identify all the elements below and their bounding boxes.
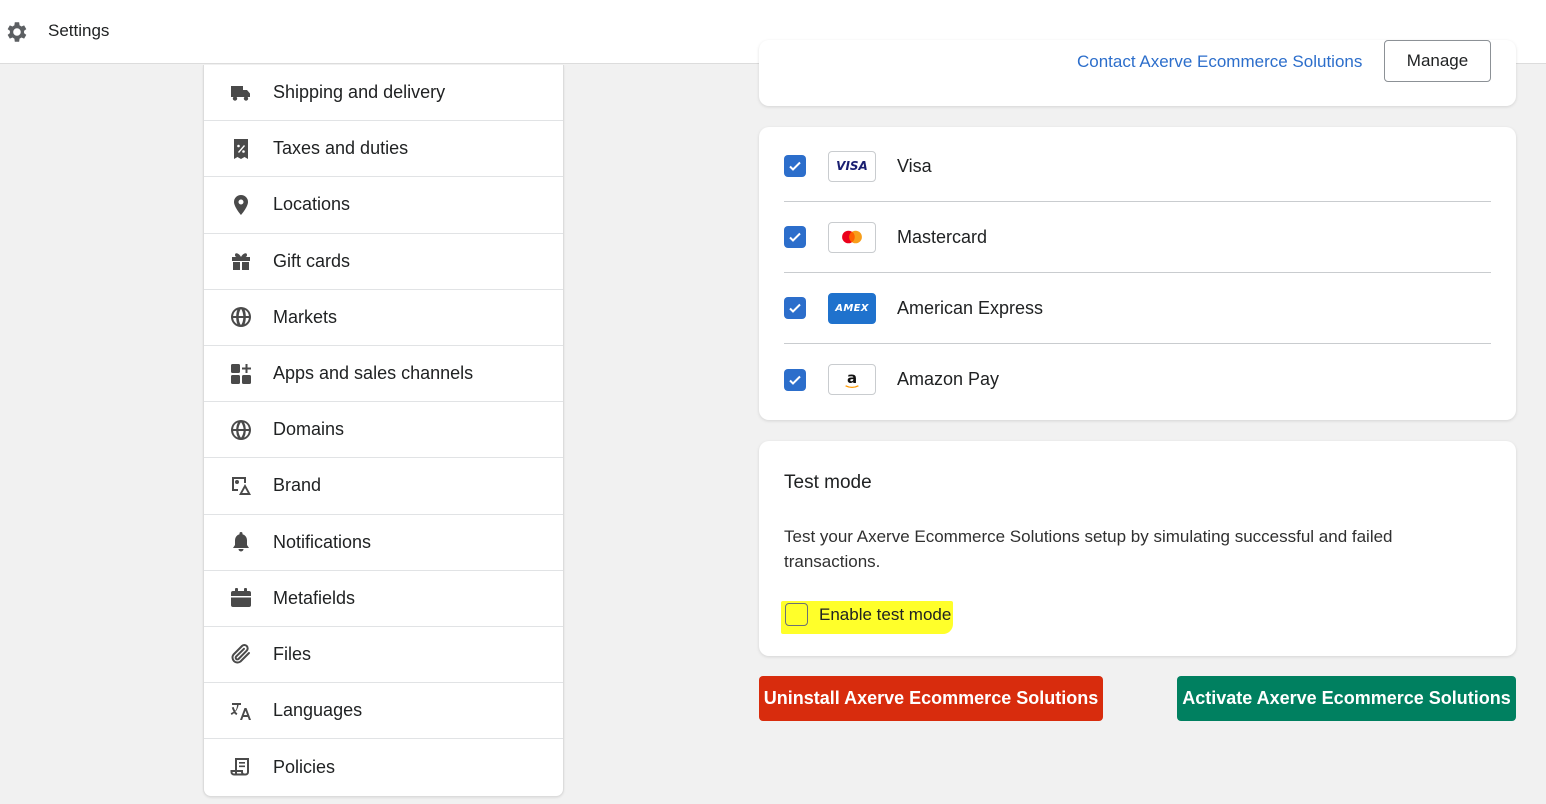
sidebar-item-label: Locations [273,194,351,215]
visa-logo: VISA [828,150,876,182]
test-mode-description: Test your Axerve Ecommerce Solutions set… [784,527,1393,571]
page-title: Settings [48,21,110,40]
amazon-smile-icon [845,384,859,388]
apps-icon [228,361,254,387]
sidebar-item-label: Policies [273,756,336,777]
amazon-pay-checkbox[interactable] [784,368,806,391]
provider-card: Contact Axerve Ecommerce Solutions Manag… [759,40,1516,106]
sidebar-item-label: Markets [273,306,338,327]
sidebar-item-label: Files [273,643,312,664]
payment-method-name: Visa [897,155,932,176]
payment-method-row-amex: AMEX American Express [784,273,1491,344]
amazon-pay-logo: a [828,364,876,395]
sidebar-item-metafields[interactable]: Metafields [204,571,563,627]
sidebar-item-brand[interactable]: Brand [204,458,563,515]
visa-logo-text: VISA [836,159,868,173]
manage-button[interactable]: Manage [1384,40,1491,82]
bell-icon [228,529,254,555]
sidebar-item-domains[interactable]: Domains [204,402,563,459]
translate-icon [228,698,254,724]
policy-scroll-icon [228,754,254,780]
contact-provider-link[interactable]: Contact Axerve Ecommerce Solutions [1077,52,1362,72]
payment-methods-card: VISA Visa Mastercard AMEX American Expre… [759,127,1516,420]
gift-icon [228,248,254,274]
sidebar-item-languages[interactable]: Languages [204,683,563,740]
mastercard-logo [828,221,876,253]
globe-markets-icon [228,304,254,330]
metafields-icon [228,585,254,611]
sidebar-item-files[interactable]: Files [204,627,563,684]
test-mode-card: Test mode Test your Axerve Ecommerce Sol… [759,441,1516,656]
payment-method-row-visa: VISA Visa [784,131,1491,202]
sidebar-item-label: Domains [273,419,345,440]
enable-test-mode-label[interactable]: Enable test mode [819,605,951,625]
sidebar-item-policies[interactable]: Policies [204,739,563,795]
sidebar-item-locations[interactable]: Locations [204,177,563,234]
amex-logo-text: AMEX [835,302,869,314]
brand-icon [228,473,254,499]
gear-icon [3,19,29,45]
payment-method-name: Mastercard [897,226,988,247]
paperclip-icon [228,641,254,667]
amex-checkbox[interactable] [784,297,806,319]
amex-logo: AMEX [828,292,876,324]
sidebar-item-label: Apps and sales channels [273,363,474,384]
receipt-percent-icon [228,136,254,162]
sidebar-item-shipping[interactable]: Shipping and delivery [204,65,563,122]
globe-icon [228,417,254,443]
amazon-logo-text: a [846,368,858,387]
payment-method-name: Amazon Pay [897,369,1000,389]
sidebar-item-label: Shipping and delivery [273,82,446,103]
truck-icon [228,80,254,106]
uninstall-button[interactable]: Uninstall Axerve Ecommerce Solutions [759,676,1103,721]
sidebar-item-label: Notifications [273,531,372,552]
activate-button[interactable]: Activate Axerve Ecommerce Solutions [1177,676,1516,721]
sidebar-item-notifications[interactable]: Notifications [204,515,563,571]
sidebar-item-taxes[interactable]: Taxes and duties [204,121,563,178]
sidebar-item-apps[interactable]: Apps and sales channels [204,346,563,403]
sidebar-item-label: Languages [273,700,363,721]
payment-method-row-amazon-pay: a Amazon Pay [784,344,1491,415]
payment-method-name: American Express [897,297,1044,318]
enable-test-mode-checkbox[interactable] [785,603,808,626]
sidebar-item-label: Taxes and duties [273,138,409,159]
payment-method-row-mastercard: Mastercard [784,202,1491,273]
settings-sidebar: Shipping and delivery Taxes and duties L… [203,65,564,797]
sidebar-item-gift-cards[interactable]: Gift cards [204,234,563,290]
test-mode-heading: Test mode [784,472,872,493]
sidebar-item-label: Metafields [273,587,356,608]
sidebar-item-markets[interactable]: Markets [204,290,563,346]
location-pin-icon [228,192,254,218]
visa-checkbox[interactable] [784,155,806,177]
mastercard-checkbox[interactable] [784,226,806,248]
sidebar-item-label: Gift cards [273,250,351,271]
sidebar-item-label: Brand [273,475,322,496]
